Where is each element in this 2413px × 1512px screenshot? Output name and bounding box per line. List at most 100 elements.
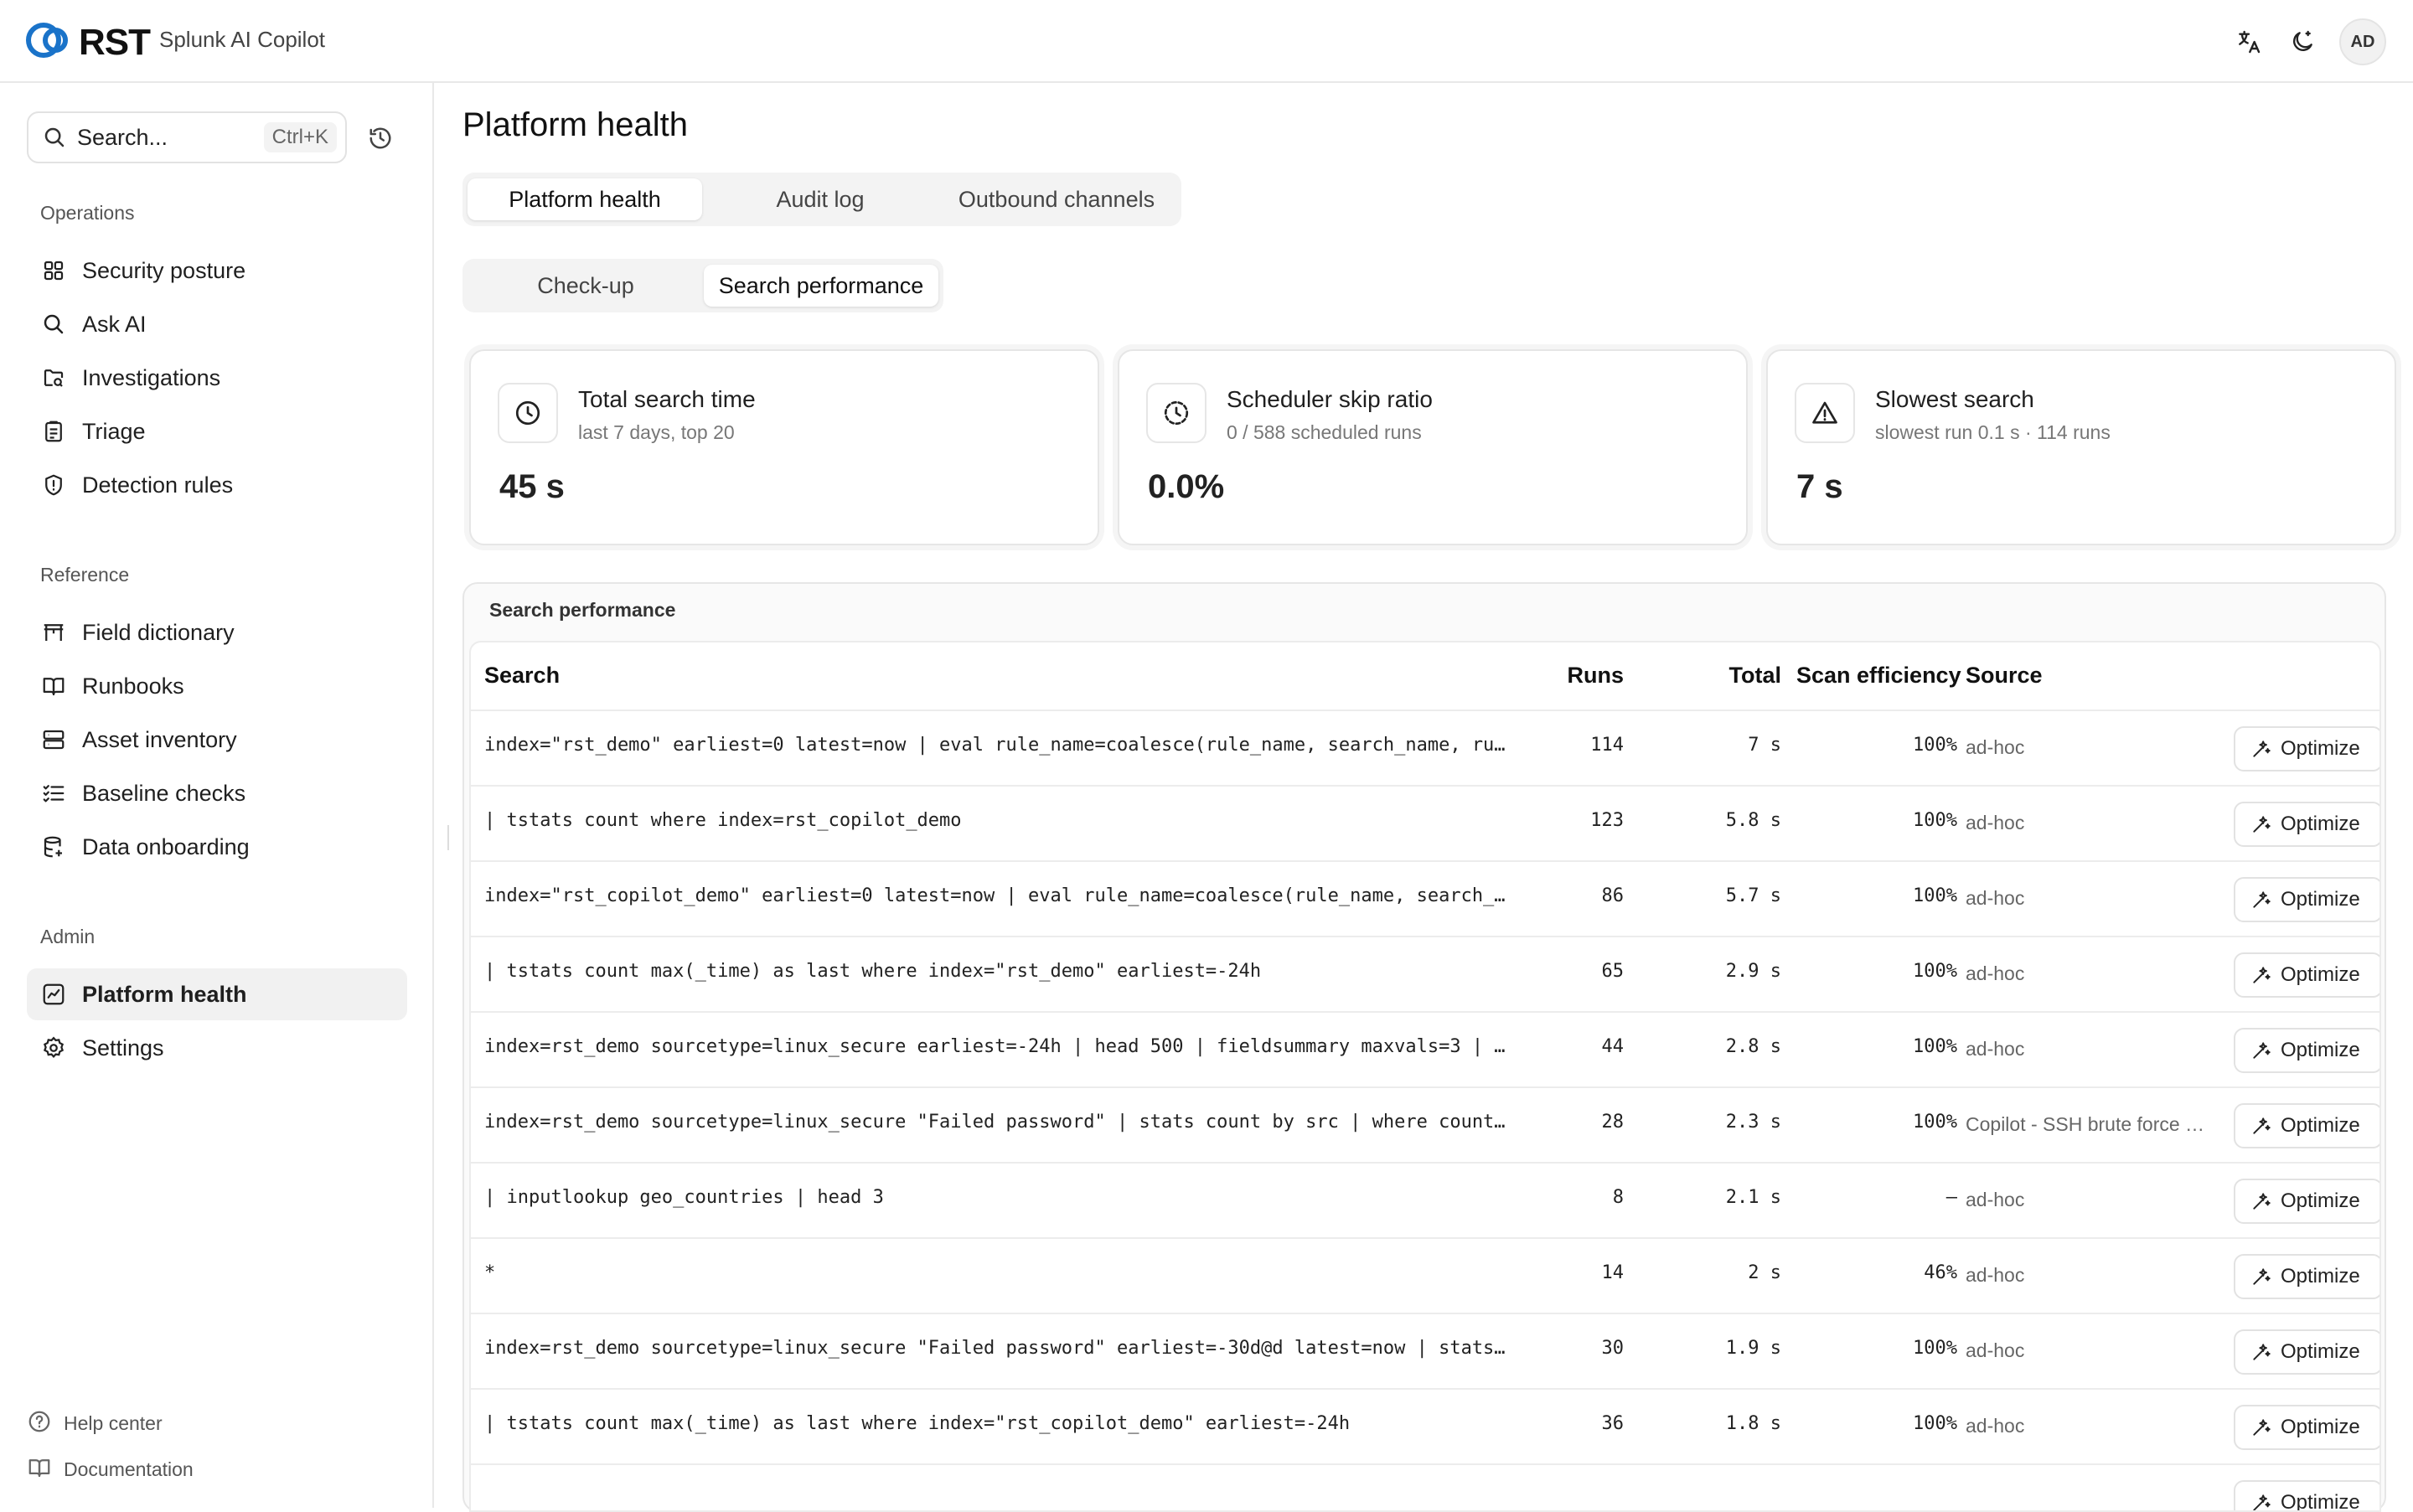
optimize-button[interactable]: Optimize xyxy=(2234,1179,2379,1224)
optimize-button[interactable]: Optimize xyxy=(2234,952,2379,998)
tab-search-performance[interactable]: Search performance xyxy=(704,265,938,307)
history-icon[interactable] xyxy=(364,121,397,155)
optimize-label: Optimize xyxy=(2281,1039,2360,1061)
sidebar-item-detection-rules[interactable]: Detection rules xyxy=(27,459,407,511)
sidebar-item-label: Runbooks xyxy=(82,673,184,699)
source-value: ad-hoc xyxy=(1966,1339,2025,1361)
table-row: index=rst_demo sourcetype=linux_secure "… xyxy=(471,1088,2379,1164)
search-placeholder: Search... xyxy=(77,124,168,150)
section-label-reference: Reference xyxy=(40,564,130,586)
optimize-label: Optimize xyxy=(2281,737,2360,760)
card-title: Total search time xyxy=(578,386,756,412)
sidebar-item-settings[interactable]: Settings xyxy=(27,1022,407,1074)
optimize-label: Optimize xyxy=(2281,1189,2360,1212)
app-name: Splunk AI Copilot xyxy=(159,27,326,52)
optimize-button[interactable]: Optimize xyxy=(2234,1480,2379,1510)
scan-efficiency-value: 100% xyxy=(1913,885,1957,906)
sidebar-item-data-onboarding[interactable]: Data onboarding xyxy=(27,821,407,873)
panel-title: Search performance xyxy=(489,599,676,621)
search-query: index=rst_demo sourcetype=linux_secure "… xyxy=(484,1112,1506,1133)
optimize-button[interactable]: Optimize xyxy=(2234,1329,2379,1375)
source-value: ad-hoc xyxy=(1966,1415,2025,1437)
checklist-icon xyxy=(39,778,69,808)
sidebar-item-label: Asset inventory xyxy=(82,726,237,752)
sidebar-search-input[interactable]: Search... Ctrl+K xyxy=(27,111,347,163)
search-query: | tstats count max(_time) as last where … xyxy=(484,1413,1351,1434)
table-row: index=rst_demo sourcetype=linux_secure e… xyxy=(471,1013,2379,1088)
search-shortcut-badge: Ctrl+K xyxy=(263,122,337,152)
table-row: | tstats count max(_time) as last where … xyxy=(471,937,2379,1013)
gear-icon xyxy=(39,1033,69,1063)
documentation-link[interactable]: Documentation xyxy=(27,1455,194,1484)
sidebar-item-ask-ai[interactable]: Ask AI xyxy=(27,298,407,350)
runs-value: 30 xyxy=(1601,1338,1625,1359)
theme-toggle-icon[interactable] xyxy=(2286,25,2319,59)
book-icon xyxy=(27,1455,52,1484)
grid-icon xyxy=(39,255,69,286)
user-avatar[interactable]: AD xyxy=(2339,18,2386,65)
tab-outbound-channels[interactable]: Outbound channels xyxy=(938,178,1175,220)
optimize-button[interactable]: Optimize xyxy=(2234,1405,2379,1450)
sidebar-item-triage[interactable]: Triage xyxy=(27,405,407,457)
optimize-button[interactable]: Optimize xyxy=(2234,1103,2379,1148)
table-row: index=rst_demo sourcetype=linux_secure "… xyxy=(471,1314,2379,1390)
sidebar-item-runbooks[interactable]: Runbooks xyxy=(27,660,407,712)
sidebar-item-asset-inventory[interactable]: Asset inventory xyxy=(27,714,407,766)
search-icon xyxy=(44,127,65,147)
search-query: index="rst_demo" earliest=0 latest=now |… xyxy=(484,735,1506,756)
optimize-button[interactable]: Optimize xyxy=(2234,802,2379,847)
total-value: 1.8 s xyxy=(1725,1413,1781,1434)
sparkles-icon xyxy=(2253,1494,2271,1510)
sidebar-item-security-posture[interactable]: Security posture xyxy=(27,245,407,297)
database-icon xyxy=(39,832,69,862)
column-header-source[interactable]: Source xyxy=(1966,663,2043,689)
sparkles-icon xyxy=(2253,967,2271,983)
tab-audit-log[interactable]: Audit log xyxy=(702,178,938,220)
scan-efficiency-value: – xyxy=(1945,1187,1957,1208)
total-value: 7 s xyxy=(1748,735,1781,756)
optimize-button[interactable]: Optimize xyxy=(2234,1254,2379,1299)
sidebar: Search... Ctrl+K Operations Security pos… xyxy=(0,83,434,1508)
sub-tabs: Check-up Search performance xyxy=(462,259,943,312)
help-center-link[interactable]: Help center xyxy=(27,1409,163,1438)
sidebar-item-field-dictionary[interactable]: Field dictionary xyxy=(27,606,407,658)
column-header-total[interactable]: Total xyxy=(1627,663,1782,689)
stat-card-total-search-time: Total search time last 7 days, top 20 45… xyxy=(469,349,1099,545)
tab-check-up[interactable]: Check-up xyxy=(468,265,704,307)
column-header-scan-efficiency[interactable]: Scan efficiency xyxy=(1796,663,1961,689)
sidebar-item-baseline-checks[interactable]: Baseline checks xyxy=(27,767,407,819)
sparkles-icon xyxy=(2253,741,2271,757)
scan-efficiency-value: 100% xyxy=(1913,1112,1957,1133)
search-query: * xyxy=(484,1262,496,1283)
total-value: 2 s xyxy=(1748,1262,1781,1283)
runs-value: 14 xyxy=(1601,1262,1625,1283)
optimize-label: Optimize xyxy=(2281,888,2360,911)
scan-efficiency-value: 100% xyxy=(1913,1338,1957,1359)
search-query: index=rst_demo sourcetype=linux_secure "… xyxy=(484,1338,1506,1359)
translate-icon[interactable] xyxy=(2232,25,2266,59)
tab-platform-health[interactable]: Platform health xyxy=(468,178,702,220)
optimize-button[interactable]: Optimize xyxy=(2234,726,2379,771)
optimize-button[interactable]: Optimize xyxy=(2234,877,2379,922)
column-header-search[interactable]: Search xyxy=(484,663,560,689)
help-center-label: Help center xyxy=(64,1412,163,1434)
stat-card-slowest-search: Slowest search slowest run 0.1 s · 114 r… xyxy=(1766,349,2396,545)
stat-card-scheduler-skip-ratio: Scheduler skip ratio 0 / 588 scheduled r… xyxy=(1118,349,1748,545)
card-value: 7 s xyxy=(1796,468,1843,505)
logo[interactable]: RST xyxy=(23,18,151,66)
sidebar-item-investigations[interactable]: Investigations xyxy=(27,352,407,404)
card-value: 45 s xyxy=(499,468,565,505)
optimize-button[interactable]: Optimize xyxy=(2234,1028,2379,1073)
column-header-runs[interactable]: Runs xyxy=(1460,663,1625,689)
sidebar-item-label: Triage xyxy=(82,418,146,444)
table-row: | tstats count where index=rst_copilot_d… xyxy=(471,787,2379,862)
sidebar-item-platform-health[interactable]: Platform health xyxy=(27,968,407,1020)
runs-value: 86 xyxy=(1601,885,1625,906)
runs-value: 114 xyxy=(1590,735,1624,756)
sidebar-item-label: Detection rules xyxy=(82,472,234,498)
optimize-label: Optimize xyxy=(2281,963,2360,986)
sparkles-icon xyxy=(2253,1268,2271,1285)
sidebar-item-label: Ask AI xyxy=(82,311,147,337)
source-value: ad-hoc xyxy=(1966,1264,2025,1286)
total-value: 2.9 s xyxy=(1725,961,1781,982)
